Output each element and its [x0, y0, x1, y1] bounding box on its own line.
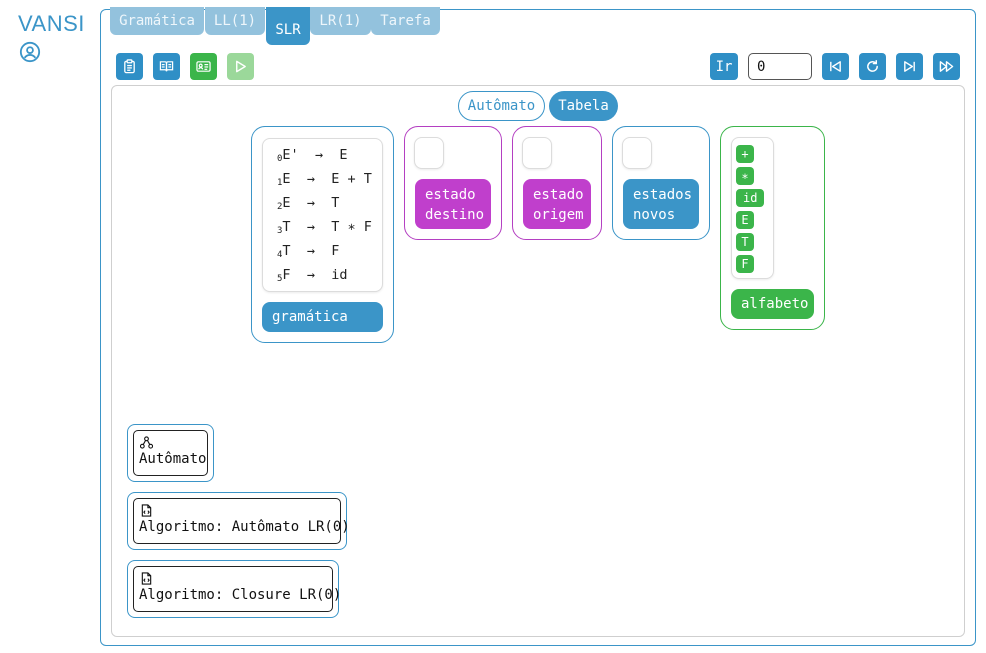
tab-slr[interactable]: SLR [266, 7, 310, 45]
production[interactable]: 4T → F [277, 243, 339, 260]
alphabet-label: alfabeto [731, 289, 814, 319]
card-label: Algoritmo: Closure LR(0) [139, 587, 342, 603]
id-card-icon [196, 61, 211, 72]
step-input[interactable] [748, 53, 812, 80]
alphabet-symbol[interactable]: ∗ [736, 167, 754, 185]
play-icon [236, 60, 246, 73]
user-account-icon[interactable] [19, 41, 41, 63]
algo-automaton-card[interactable]: Algoritmo: Autômato LR(0) [133, 498, 350, 544]
clipboard-icon [124, 59, 135, 74]
restart-button[interactable] [859, 53, 886, 80]
app-logo[interactable]: VANSI [18, 11, 85, 37]
fast-forward-button[interactable] [933, 53, 960, 80]
new-states-label: estados novos [623, 179, 699, 229]
production[interactable]: 2E → T [277, 195, 339, 212]
tab-tarefa[interactable]: Tarefa [371, 7, 440, 35]
card-label: Algoritmo: Autômato LR(0) [139, 519, 350, 535]
last-step-button[interactable] [896, 53, 923, 80]
source-state-label: estado origem [523, 179, 591, 229]
first-step-button[interactable] [822, 53, 849, 80]
alphabet-symbols: + ∗ id E T F [731, 137, 774, 279]
view-tab-tabela[interactable]: Tabela [549, 91, 618, 121]
production[interactable]: 3T → T ∗ F [277, 219, 372, 236]
alphabet-symbol[interactable]: E [736, 211, 754, 229]
alphabet-symbol[interactable]: id [736, 189, 765, 207]
network-icon [140, 436, 153, 449]
book-icon [159, 61, 174, 72]
skip-back-icon [830, 61, 841, 72]
algo-closure-card[interactable]: Algoritmo: Closure LR(0) [133, 566, 341, 612]
alphabet-symbol[interactable]: + [736, 145, 754, 163]
book-button[interactable] [153, 53, 180, 80]
code-file-icon [141, 572, 152, 585]
fast-forward-icon [939, 61, 954, 72]
alphabet-symbol[interactable]: F [736, 255, 754, 273]
production[interactable]: 5F → id [277, 267, 348, 284]
source-state-slot[interactable] [522, 137, 552, 169]
code-file-icon [141, 504, 152, 517]
alphabet-symbol[interactable]: T [736, 233, 754, 251]
view-tab-automato[interactable]: Autômato [458, 91, 545, 121]
tab-ll1[interactable]: LL(1) [205, 7, 265, 35]
target-state-slot[interactable] [414, 137, 444, 169]
run-button[interactable] [227, 53, 254, 80]
production[interactable]: 0E' → E [277, 147, 348, 164]
automaton-card[interactable]: Autômato [133, 430, 208, 476]
tab-gramatica[interactable]: Gramática [110, 7, 204, 35]
skip-forward-icon [904, 61, 915, 72]
card-label: Autômato [139, 451, 207, 467]
grammar-label: gramática [262, 302, 383, 332]
target-state-label: estado destino [415, 179, 491, 229]
go-button[interactable]: Ir [710, 53, 738, 80]
id-card-button[interactable] [190, 53, 217, 80]
new-states-slot[interactable] [622, 137, 652, 169]
grammar-productions: 0E' → E 1E → E + T 2E → T 3T → T ∗ F 4T … [262, 138, 383, 292]
clipboard-button[interactable] [116, 53, 143, 80]
production[interactable]: 1E → E + T [277, 171, 372, 188]
restart-icon [867, 59, 878, 72]
tab-lr1[interactable]: LR(1) [310, 7, 371, 35]
